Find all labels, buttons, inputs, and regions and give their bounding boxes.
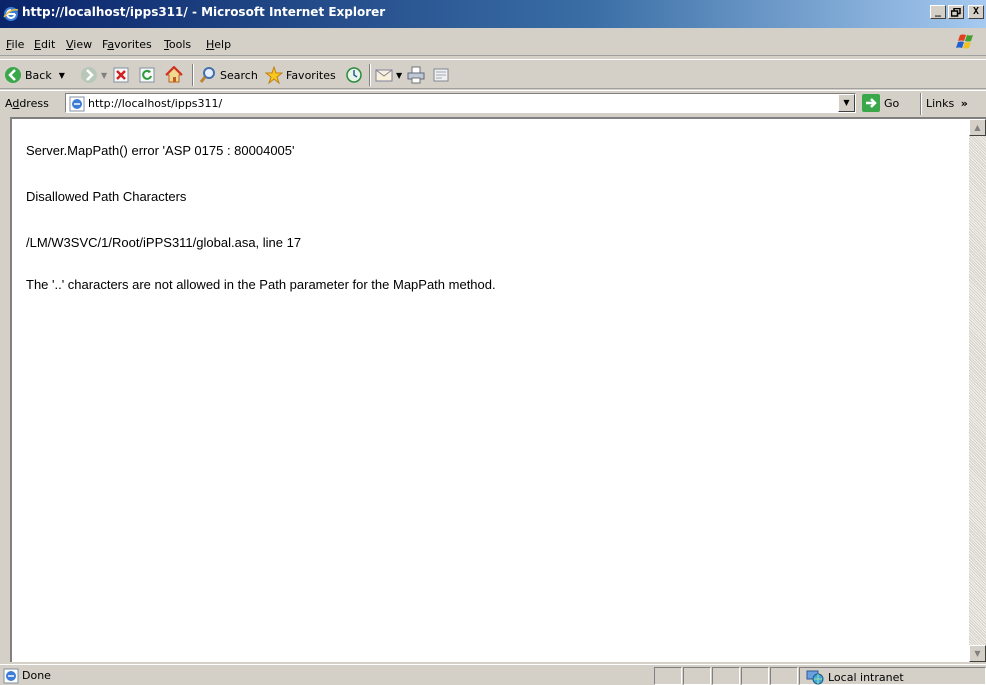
menu-help[interactable]: Help (206, 38, 231, 51)
menu-file[interactable]: File (6, 38, 24, 51)
print-button[interactable] (407, 64, 425, 86)
printer-icon (407, 66, 425, 84)
history-icon (346, 67, 362, 83)
search-icon (199, 67, 215, 83)
standard-toolbar: Back ▼ ▼ Search Favorites ▼ (0, 59, 986, 89)
search-button[interactable]: Search (199, 64, 258, 86)
error-description: The '..' characters are not allowed in t… (26, 277, 496, 292)
forward-dropdown-icon[interactable]: ▼ (101, 71, 107, 80)
favorites-button[interactable]: Favorites (265, 64, 336, 86)
close-button[interactable]: X (968, 5, 984, 19)
back-arrow-icon (5, 67, 21, 83)
status-pane (683, 667, 711, 685)
address-label: Address (5, 97, 49, 110)
stop-icon (113, 67, 129, 83)
mail-dropdown-icon[interactable]: ▼ (396, 71, 402, 80)
address-dropdown-button[interactable]: ▼ (838, 94, 855, 112)
page-content: Server.MapPath() error 'ASP 0175 : 80004… (10, 117, 986, 662)
home-icon (165, 66, 183, 83)
minimize-button[interactable]: _ (930, 5, 946, 19)
toolbar-separator (192, 64, 194, 86)
error-title: Disallowed Path Characters (26, 189, 187, 204)
title-bar[interactable]: http://localhost/ipps311/ - Microsoft In… (0, 0, 986, 28)
scroll-up-button[interactable]: ▲ (969, 119, 986, 136)
maximize-button[interactable] (948, 5, 964, 19)
windows-logo-icon (956, 34, 973, 49)
stop-button[interactable] (113, 64, 129, 86)
error-heading: Server.MapPath() error 'ASP 0175 : 80004… (26, 143, 295, 158)
address-field[interactable]: http://localhost/ipps311/ ▼ (65, 93, 856, 113)
menu-bar: File Edit View Favorites Tools Help (0, 34, 986, 56)
chevron-right-icon: » (960, 97, 968, 110)
vertical-scrollbar[interactable]: ▲ ▼ (969, 119, 986, 662)
edit-page-icon (433, 68, 449, 82)
links-button[interactable]: Links » (926, 97, 968, 110)
browser-window: http://localhost/ipps311/ - Microsoft In… (0, 0, 986, 685)
page-done-icon (3, 668, 19, 684)
restore-icon (950, 7, 961, 17)
status-pane (654, 667, 682, 685)
menu-favorites[interactable]: Favorites (102, 38, 152, 51)
status-text: Done (22, 669, 51, 682)
links-separator (920, 93, 922, 115)
menu-view[interactable]: View (66, 38, 92, 51)
mail-button[interactable]: ▼ (375, 64, 402, 86)
menu-tools[interactable]: Tools (164, 38, 191, 51)
mail-icon (375, 69, 393, 82)
refresh-icon (139, 67, 155, 83)
ie-icon (3, 7, 19, 21)
home-button[interactable] (165, 64, 183, 86)
status-pane (712, 667, 740, 685)
go-button[interactable]: Go (862, 94, 899, 112)
forward-arrow-icon (81, 67, 97, 83)
error-location: /LM/W3SVC/1/Root/iPPS311/global.asa, lin… (26, 235, 302, 250)
status-pane (741, 667, 769, 685)
local-intranet-icon (806, 670, 824, 685)
edit-button[interactable] (432, 64, 450, 86)
address-url[interactable]: http://localhost/ipps311/ (88, 97, 222, 110)
address-bar: Address http://localhost/ipps311/ ▼ Go L… (0, 90, 986, 116)
history-button[interactable] (345, 64, 363, 86)
refresh-button[interactable] (139, 64, 155, 86)
toolbar-separator (369, 64, 371, 86)
status-bar: Done Local intranet (0, 664, 986, 685)
forward-button[interactable]: ▼ (80, 64, 107, 86)
menu-edit[interactable]: Edit (34, 38, 55, 51)
page-ie-icon (69, 96, 85, 112)
window-title: http://localhost/ipps311/ - Microsoft In… (22, 5, 386, 19)
back-dropdown-icon[interactable]: ▼ (59, 71, 65, 80)
back-button[interactable]: Back ▼ (4, 64, 65, 86)
star-icon (265, 66, 283, 84)
security-zone[interactable]: Local intranet (806, 669, 904, 685)
go-arrow-icon (862, 94, 880, 112)
status-pane (770, 667, 798, 685)
scroll-down-button[interactable]: ▼ (969, 645, 986, 662)
